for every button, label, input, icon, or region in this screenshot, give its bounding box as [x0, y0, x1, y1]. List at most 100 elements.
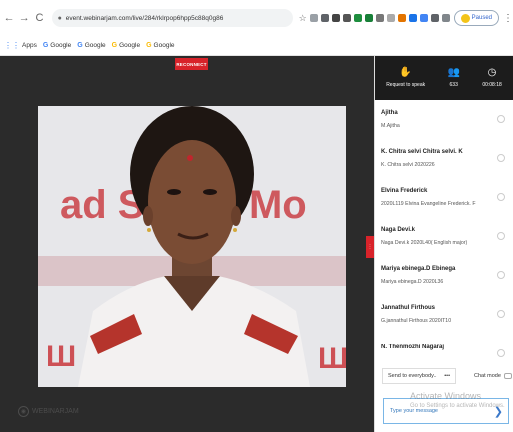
people-icon: 👥	[447, 67, 460, 78]
bookmark-label: Apps	[22, 42, 37, 49]
list-item[interactable]: Mariya ebinega.D Ebinega Mariya ebinega.…	[375, 266, 513, 305]
participant-detail: K. Chitra selvi 2020226	[381, 162, 435, 168]
menu-icon[interactable]: ⋮	[503, 13, 513, 24]
google-icon: G	[77, 42, 83, 49]
list-item[interactable]: Elvina Frederick 2020L119 Elvina Evangel…	[375, 188, 513, 227]
extension-icon[interactable]	[353, 14, 362, 22]
bookmark-google[interactable]: G Google	[43, 42, 71, 49]
queue-icon[interactable]	[441, 14, 450, 22]
participant-detail: 2020L119 Elvina Evangeline Frederick. F	[381, 201, 476, 207]
webinarjam-logo: ◉ WEBINARJAM	[18, 406, 79, 417]
panel-header: ✋ Request to speak 👥 633 ◷ 00:08:18	[375, 56, 513, 100]
status-circle-icon	[497, 232, 505, 240]
presenter-video: ad Safety Mo Ш Ш	[38, 106, 346, 387]
extensions-row: ☆	[299, 13, 450, 24]
bookmark-label: Google	[153, 42, 175, 49]
reload-button[interactable]: C	[33, 12, 45, 24]
apps-grid-icon: ⋮⋮	[4, 41, 20, 50]
profile-paused-button[interactable]: Paused	[453, 10, 499, 26]
extension-icon[interactable]	[419, 14, 428, 22]
send-to-select[interactable]: Send to everybody.. •••	[382, 368, 456, 384]
presenter-image: ad Safety Mo Ш Ш	[38, 106, 346, 387]
bookmark-google[interactable]: G Google	[112, 42, 140, 49]
status-circle-icon	[497, 310, 505, 318]
participant-name: N. Thenmozhi Nagaraj	[381, 344, 445, 350]
activate-windows-watermark: Activate Windows Go to Settings to activ…	[410, 391, 505, 409]
list-item[interactable]: Jannathul Firthous G.jannathul Firthous …	[375, 305, 513, 344]
forward-button[interactable]: →	[18, 12, 30, 24]
avatar	[460, 13, 470, 23]
participant-name: Elvina Frederick	[381, 188, 428, 194]
chat-mode-label: Chat mode	[474, 373, 501, 379]
lock-icon: ●	[57, 14, 62, 22]
watermark-text: WEBINARJAM	[32, 408, 79, 415]
bookmark-label: Google	[50, 42, 72, 49]
request-to-speak-button[interactable]: ✋ Request to speak	[386, 67, 426, 89]
activate-subtitle: Go to Settings to activate Windows.	[410, 403, 505, 409]
extension-icon[interactable]	[320, 14, 329, 22]
webinarjam-icon: ◉	[18, 406, 29, 417]
puzzle-icon[interactable]	[430, 14, 439, 22]
bookmark-label: Google	[84, 42, 106, 49]
status-circle-icon	[497, 115, 505, 123]
extension-icon[interactable]	[375, 14, 384, 22]
webinar-stage: RECONNECT ad Safety Mo Ш Ш	[0, 56, 374, 432]
attendee-count[interactable]: 👥 633	[447, 67, 460, 89]
panel-toggle-button[interactable]: ⋮	[366, 236, 374, 258]
chat-mode-toggle[interactable]: Chat mode	[474, 373, 512, 379]
status-circle-icon	[497, 349, 505, 357]
url-text: event.webinarjam.com/live/284/rklrpop6hp…	[65, 14, 224, 22]
clock-icon: ◷	[487, 67, 497, 78]
participant-detail: Mariya ebinega.D 2020L36	[381, 279, 444, 285]
extension-icon[interactable]	[331, 14, 340, 22]
participant-detail: M.Ajitha	[381, 123, 400, 129]
google-icon: G	[42, 42, 49, 49]
address-bar[interactable]: ● event.webinarjam.com/live/284/rklrpop6…	[51, 9, 293, 27]
participant-name: Ajitha	[381, 110, 398, 116]
more-icon: •••	[444, 373, 450, 379]
session-timer: ◷ 00:08:18	[482, 67, 502, 89]
back-button[interactable]: ←	[3, 12, 15, 24]
google-icon: G	[111, 42, 118, 49]
bookmark-label: Google	[119, 42, 141, 49]
extension-icon[interactable]	[386, 14, 395, 22]
extension-icon[interactable]	[309, 14, 318, 22]
star-icon[interactable]: ☆	[299, 13, 307, 24]
toggle-icon	[503, 373, 512, 379]
participant-name: Jannathul Firthous	[381, 305, 435, 311]
participant-name: Naga Devi.k	[381, 227, 416, 233]
participant-list: Ajitha M.Ajitha K. Chitra selvi Chitra s…	[375, 100, 513, 364]
extension-icon[interactable]	[397, 14, 406, 22]
activate-title: Activate Windows	[410, 391, 482, 401]
send-to-label: Send to everybody..	[388, 373, 437, 379]
list-item[interactable]: K. Chitra selvi Chitra selvi. K K. Chitr…	[375, 149, 513, 188]
raise-hand-icon: ✋	[399, 67, 412, 78]
participant-detail: G.jannathul Firthous 2020IT10	[381, 318, 452, 324]
extension-icon[interactable]	[408, 14, 417, 22]
paused-label: Paused	[471, 15, 492, 21]
list-item[interactable]: Ajitha M.Ajitha	[375, 110, 513, 149]
bookmarks-bar: ⋮⋮ Apps G Google G Google G Google G Goo…	[0, 36, 513, 56]
bookmark-google[interactable]: G Google	[146, 42, 174, 49]
browser-toolbar: ← → C ● event.webinarjam.com/live/284/rk…	[0, 0, 513, 36]
participant-name: Mariya ebinega.D Ebinega	[381, 266, 456, 272]
request-label: Request to speak	[386, 82, 426, 88]
participant-name: K. Chitra selvi Chitra selvi. K	[381, 149, 463, 155]
svg-text:Ш: Ш	[318, 342, 346, 375]
count-label: 633	[449, 82, 458, 88]
extension-icon[interactable]	[364, 14, 373, 22]
bookmark-google[interactable]: G Google	[77, 42, 105, 49]
status-circle-icon	[497, 271, 505, 279]
google-icon: G	[146, 42, 152, 49]
reconnect-button[interactable]: RECONNECT	[175, 58, 208, 70]
bookmark-apps[interactable]: ⋮⋮ Apps	[4, 41, 37, 50]
status-circle-icon	[497, 154, 505, 162]
list-item[interactable]: Naga Devi.k Naga Devi.k 2020L40( English…	[375, 227, 513, 266]
svg-text:Ш: Ш	[46, 340, 76, 373]
timer-label: 00:08:18	[482, 82, 502, 88]
extension-icon[interactable]	[342, 14, 351, 22]
chat-controls: Send to everybody.. ••• Chat mode	[382, 368, 513, 384]
participant-detail: Naga Devi.k 2020L40( English major)	[381, 240, 468, 246]
list-item[interactable]: N. Thenmozhi Nagaraj	[375, 344, 513, 364]
status-circle-icon	[497, 193, 505, 201]
